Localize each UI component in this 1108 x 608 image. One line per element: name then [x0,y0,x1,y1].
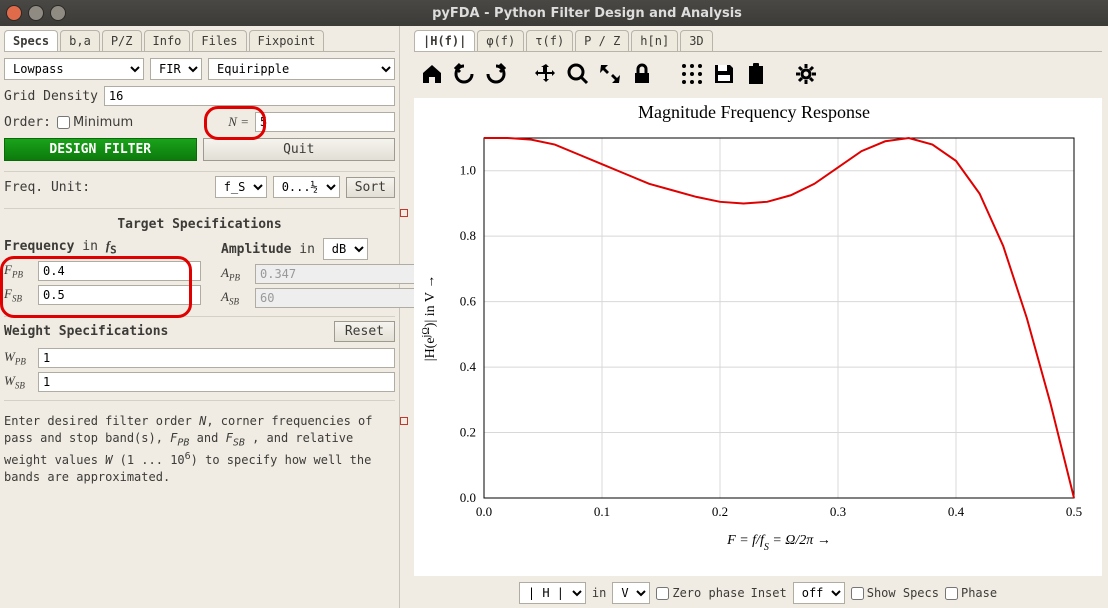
gear-icon[interactable] [794,62,818,90]
right-tabbar: |H(f)|φ(f)τ(f)P / Zh[n]3D [414,30,1102,52]
freq-unit-label: Freq. Unit: [4,180,90,195]
tab-info[interactable]: Info [144,30,191,51]
h-select[interactable]: | H | [519,582,586,604]
plot-toolbar [420,62,1102,90]
f-sb-input[interactable] [38,285,201,305]
show-specs-checkbox[interactable]: Show Specs [851,586,939,600]
reset-weights-button[interactable]: Reset [334,321,395,342]
window-titlebar: pyFDA - Python Filter Design and Analysi… [0,0,1108,26]
plot-tab-4[interactable]: h[n] [631,30,678,51]
back-icon[interactable] [452,62,476,90]
help-text: Enter desired filter order N, corner fre… [4,413,395,486]
svg-text:0.5: 0.5 [1066,504,1082,519]
magnitude-plot: Magnitude Frequency Response 0.0 0.1 0.2 0.3… [414,98,1094,558]
maximize-window-icon[interactable] [50,5,66,21]
amp-unit-select[interactable]: dB [323,238,368,260]
tab-p/z[interactable]: P/Z [102,30,142,51]
plot-tab-0[interactable]: |H(f)| [414,30,475,51]
response-type-select[interactable]: Lowpass [4,58,144,80]
quit-button[interactable]: Quit [203,138,396,161]
design-filter-button[interactable]: DESIGN FILTER [4,138,197,161]
f-pb-input[interactable] [38,261,201,281]
svg-text:0.1: 0.1 [594,504,610,519]
minimum-order-checkbox[interactable]: Minimum [57,115,133,130]
splitter-handle[interactable] [400,26,408,608]
inset-select[interactable]: off [793,582,845,604]
plot-tab-1[interactable]: φ(f) [477,30,524,51]
frequency-header: Frequency in fS [4,238,201,257]
save-icon[interactable] [712,62,736,90]
freq-range-select[interactable]: 0...½ [273,176,340,198]
target-specs-title: Target Specifications [4,217,395,232]
tab-specs[interactable]: Specs [4,30,58,51]
plot-panel: |H(f)|φ(f)τ(f)P / Zh[n]3D Magnitude Freq… [408,26,1108,608]
a-sb-input [255,288,418,308]
home-icon[interactable] [420,62,444,90]
a-sb-label: ASB [221,289,251,307]
order-n-input[interactable] [255,112,395,132]
f-pb-label: FPB [4,262,34,280]
weight-specs-title: Weight Specifications [4,324,168,339]
clipboard-icon[interactable] [744,62,768,90]
phase-checkbox[interactable]: Phase [945,586,997,600]
a-pb-label: APB [221,265,251,283]
svg-text:|H(ejΩ)| in V →: |H(ejΩ)| in V → [421,275,439,361]
grid-density-label: Grid Density [4,89,98,104]
lock-icon[interactable] [630,62,654,90]
svg-text:0.6: 0.6 [460,294,477,309]
a-pb-input [255,264,418,284]
unit-v-select[interactable]: V [612,582,650,604]
grid-density-input[interactable] [104,86,395,106]
w-pb-label: WPB [4,349,34,367]
svg-text:0.0: 0.0 [476,504,492,519]
w-pb-input[interactable] [38,348,395,368]
design-algo-select[interactable]: Equiripple [208,58,395,80]
pan-icon[interactable] [534,62,558,90]
grid-icon[interactable] [680,62,704,90]
svg-text:0.2: 0.2 [712,504,728,519]
w-sb-label: WSB [4,373,34,391]
forward-icon[interactable] [484,62,508,90]
tab-files[interactable]: Files [192,30,246,51]
svg-text:F = f/fS = Ω/2π →: F = f/fS = Ω/2π → [726,533,831,553]
svg-text:Magnitude Frequency Response: Magnitude Frequency Response [638,102,870,122]
left-tabbar: Specsb,aP/ZInfoFilesFixpoint [4,30,395,52]
tab-fixpoint[interactable]: Fixpoint [249,30,325,51]
svg-text:0.3: 0.3 [830,504,846,519]
svg-text:0.2: 0.2 [460,425,476,440]
iir-fir-select[interactable]: FIR [150,58,202,80]
zoom-icon[interactable] [566,62,590,90]
svg-text:0.4: 0.4 [460,359,477,374]
w-sb-input[interactable] [38,372,395,392]
svg-text:0.4: 0.4 [948,504,965,519]
close-window-icon[interactable] [6,5,22,21]
order-label: Order: [4,115,51,130]
svg-text:0.0: 0.0 [460,490,476,505]
minimize-window-icon[interactable] [28,5,44,21]
plot-tab-5[interactable]: 3D [680,30,712,51]
tab-b,a[interactable]: b,a [60,30,100,51]
sort-button[interactable]: Sort [346,177,395,198]
plot-tab-2[interactable]: τ(f) [526,30,573,51]
window-title: pyFDA - Python Filter Design and Analysi… [72,6,1102,21]
plot-tab-3[interactable]: P / Z [575,30,629,51]
f-sb-label: FSB [4,286,34,304]
amplitude-header: Amplitude in dB [221,238,418,260]
svg-text:0.8: 0.8 [460,228,476,243]
svg-text:1.0: 1.0 [460,163,476,178]
zero-phase-checkbox[interactable]: Zero phase [656,586,744,600]
plot-options-bar: | H | in V Zero phase Inset off Show Spe… [414,582,1102,604]
specs-panel: Specsb,aP/ZInfoFilesFixpoint Lowpass FIR… [0,26,400,608]
fullscreen-icon[interactable] [598,62,622,90]
freq-unit-select[interactable]: f_S [215,176,267,198]
n-label: N = [228,114,249,130]
